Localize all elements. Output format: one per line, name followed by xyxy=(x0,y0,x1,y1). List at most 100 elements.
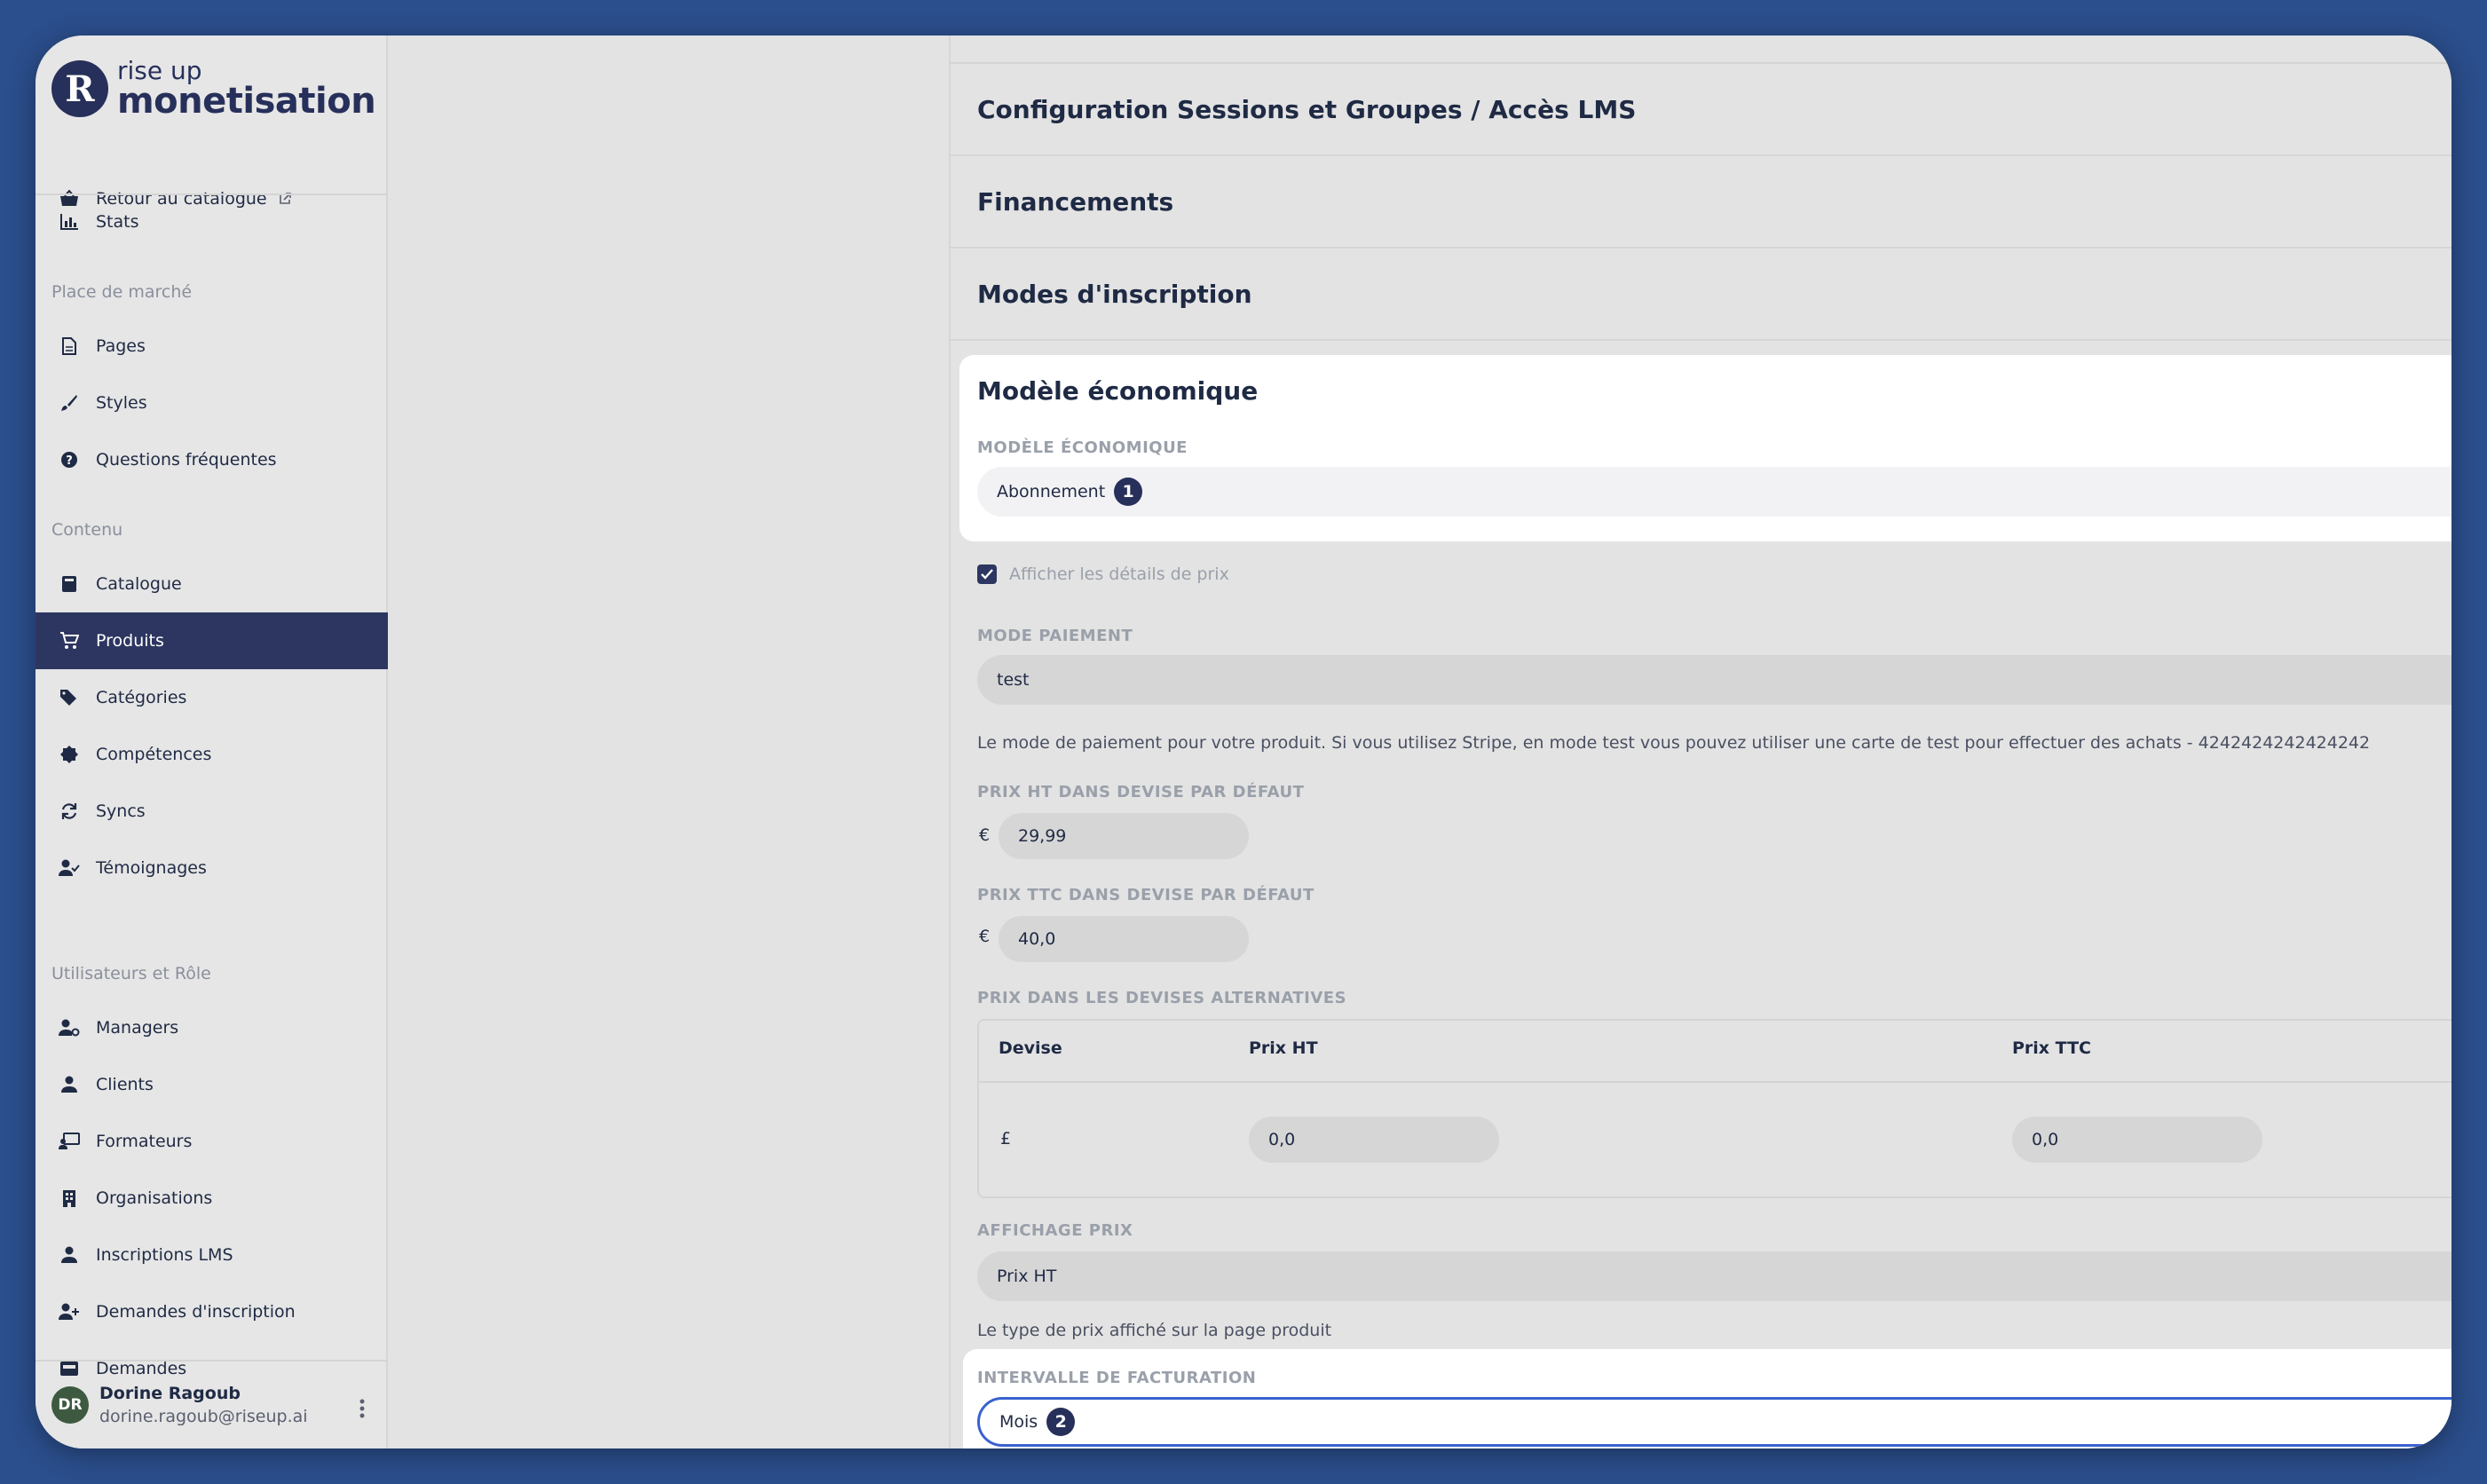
sidebar-item-inscriptions-lms[interactable]: Inscriptions LMS xyxy=(36,1227,388,1283)
section-content: Contenu xyxy=(51,520,123,540)
alt-prix-ht-input[interactable]: 0,0 xyxy=(1249,1117,1499,1163)
logo[interactable]: R rise up monetisation xyxy=(51,56,376,122)
sidebar-item-styles[interactable]: Styles xyxy=(36,375,388,431)
logo-line2: monetisation xyxy=(117,81,376,122)
affichage-value: Prix HT xyxy=(997,1267,1057,1286)
prix-ht-currency: € xyxy=(979,825,991,845)
sidebar-item-catalogue[interactable]: Catalogue xyxy=(36,556,388,612)
sidebar-item-categories[interactable]: Catégories xyxy=(36,669,388,726)
sidebar-item-produits[interactable]: Produits xyxy=(36,612,388,669)
step-badge: 2 xyxy=(1046,1408,1076,1436)
accordion-title: Configuration Sessions et Groupes / Accè… xyxy=(977,94,1637,124)
modele-value: Abonnement xyxy=(997,482,1106,501)
section-marketplace: Place de marché xyxy=(51,282,193,302)
user-check-icon xyxy=(59,857,80,879)
sidebar-item-label: Demandes d'inscription xyxy=(96,1302,296,1322)
question-icon: ? xyxy=(59,449,80,470)
mode-paiement-label: MODE PAIEMENT xyxy=(977,627,1133,645)
user-icon xyxy=(59,1074,80,1095)
app-window: R rise up monetisation Retour au catalog… xyxy=(36,36,2451,1448)
sidebar-item-demandes-inscription[interactable]: Demandes d'inscription xyxy=(36,1283,388,1340)
sidebar-item-organisations[interactable]: Organisations xyxy=(36,1170,388,1227)
user-email: dorine.ragoub@riseup.ai xyxy=(99,1407,308,1426)
section-users: Utilisateurs et Rôle xyxy=(51,964,211,983)
accordion-title: Modes d'inscription xyxy=(977,279,1252,309)
sidebar-item-formateurs[interactable]: Formateurs xyxy=(36,1113,388,1170)
chalkboard-icon xyxy=(59,1131,80,1152)
sidebar-item-pages[interactable]: Pages xyxy=(36,318,388,375)
sidebar-item-clients[interactable]: Clients xyxy=(36,1056,388,1113)
user-plus-icon xyxy=(59,1301,80,1322)
show-price-checkbox[interactable] xyxy=(977,564,997,584)
sidebar-item-label: Questions fréquentes xyxy=(96,450,277,470)
intervalle-select[interactable]: Mois 2 xyxy=(977,1397,2451,1447)
show-price-label: Afficher les détails de prix xyxy=(1009,564,1229,584)
building-icon xyxy=(59,1188,80,1209)
sidebar-item-label: Catégories xyxy=(96,688,187,707)
sidebar-item-label: Managers xyxy=(96,1018,179,1038)
sidebar-item-faq[interactable]: ? Questions fréquentes xyxy=(36,431,388,488)
tags-icon xyxy=(59,687,80,708)
svg-text:?: ? xyxy=(66,454,73,468)
modele-select[interactable]: Abonnement 1 xyxy=(977,467,2451,517)
logo-line1: rise up xyxy=(117,56,202,85)
intervalle-label: INTERVALLE DE FACTURATION xyxy=(977,1369,1257,1387)
logo-mark: R xyxy=(51,60,108,117)
user-gear-icon xyxy=(59,1017,80,1038)
sidebar-item-label: Styles xyxy=(96,393,147,413)
user-profile[interactable]: DR Dorine Ragoub dorine.ragoub@riseup.ai xyxy=(36,1360,388,1448)
accordion-modes[interactable]: Modes d'inscription xyxy=(949,249,2451,341)
book-icon xyxy=(59,573,80,595)
sidebar-item-label: Pages xyxy=(96,336,146,356)
user-icon xyxy=(59,1244,80,1266)
modele-label: MODÈLE ÉCONOMIQUE xyxy=(977,438,1188,457)
table-header-devise: Devise xyxy=(999,1038,1062,1058)
sidebar-item-label: Inscriptions LMS xyxy=(96,1245,233,1265)
table-header-prix-ht: Prix HT xyxy=(1249,1038,1318,1058)
table-header-prix-ttc: Prix TTC xyxy=(2012,1038,2091,1058)
sync-icon xyxy=(59,801,80,822)
cart-icon xyxy=(59,630,80,651)
sidebar-item-stats[interactable]: Stats xyxy=(36,193,388,250)
sidebar-item-competences[interactable]: Compétences xyxy=(36,726,388,783)
sidebar-item-label: Syncs xyxy=(96,801,146,821)
affichage-select[interactable]: Prix HT xyxy=(977,1251,2451,1301)
main-content: Configuration Sessions et Groupes / Accè… xyxy=(388,36,2451,1448)
intervalle-value: Mois xyxy=(999,1412,1038,1432)
divider xyxy=(979,1081,2451,1083)
sidebar-item-label: Organisations xyxy=(96,1188,213,1208)
sidebar-item-label: Témoignages xyxy=(96,858,207,878)
sidebar-item-label: Clients xyxy=(96,1075,154,1094)
chart-icon xyxy=(59,211,80,233)
step-badge: 1 xyxy=(1114,478,1143,506)
check-icon xyxy=(981,569,993,580)
sidebar: R rise up monetisation Retour au catalog… xyxy=(36,36,388,1448)
alt-prix-ttc-input[interactable]: 0,0 xyxy=(2012,1117,2262,1163)
prix-ht-label: PRIX HT DANS DEVISE PAR DÉFAUT xyxy=(977,783,1305,801)
mode-paiement-help: Le mode de paiement pour votre produit. … xyxy=(977,733,2371,753)
prix-ht-input[interactable]: 29,99 xyxy=(999,813,1249,859)
prix-ttc-currency: € xyxy=(979,927,991,946)
brush-icon xyxy=(59,392,80,414)
accordion-sessions[interactable]: Configuration Sessions et Groupes / Accè… xyxy=(949,64,2451,156)
prix-ttc-label: PRIX TTC DANS DEVISE PAR DÉFAUT xyxy=(977,886,1315,904)
table-cell-devise: £ xyxy=(1000,1129,1012,1149)
sidebar-item-temoignages[interactable]: Témoignages xyxy=(36,840,388,896)
accordion-modele-title[interactable]: Modèle économique xyxy=(977,376,1258,406)
mode-paiement-select[interactable]: test xyxy=(977,655,2451,705)
sidebar-item-label: Formateurs xyxy=(96,1132,193,1151)
prix-ttc-input[interactable]: 40,0 xyxy=(999,916,1249,962)
badge-icon xyxy=(59,744,80,765)
sidebar-item-label: Stats xyxy=(96,212,139,232)
sidebar-item-syncs[interactable]: Syncs xyxy=(36,783,388,840)
affichage-label: AFFICHAGE PRIX xyxy=(977,1221,1133,1240)
alt-currencies-label: PRIX DANS LES DEVISES ALTERNATIVES xyxy=(977,989,1347,1007)
more-options-icon[interactable] xyxy=(359,1399,365,1422)
page-icon xyxy=(59,335,80,357)
mode-paiement-value: test xyxy=(997,670,1030,690)
user-name: Dorine Ragoub xyxy=(99,1384,241,1403)
sidebar-item-label: Catalogue xyxy=(96,574,182,594)
sidebar-item-managers[interactable]: Managers xyxy=(36,999,388,1056)
sidebar-item-label: Produits xyxy=(96,631,164,651)
accordion-financements[interactable]: Financements xyxy=(949,156,2451,249)
